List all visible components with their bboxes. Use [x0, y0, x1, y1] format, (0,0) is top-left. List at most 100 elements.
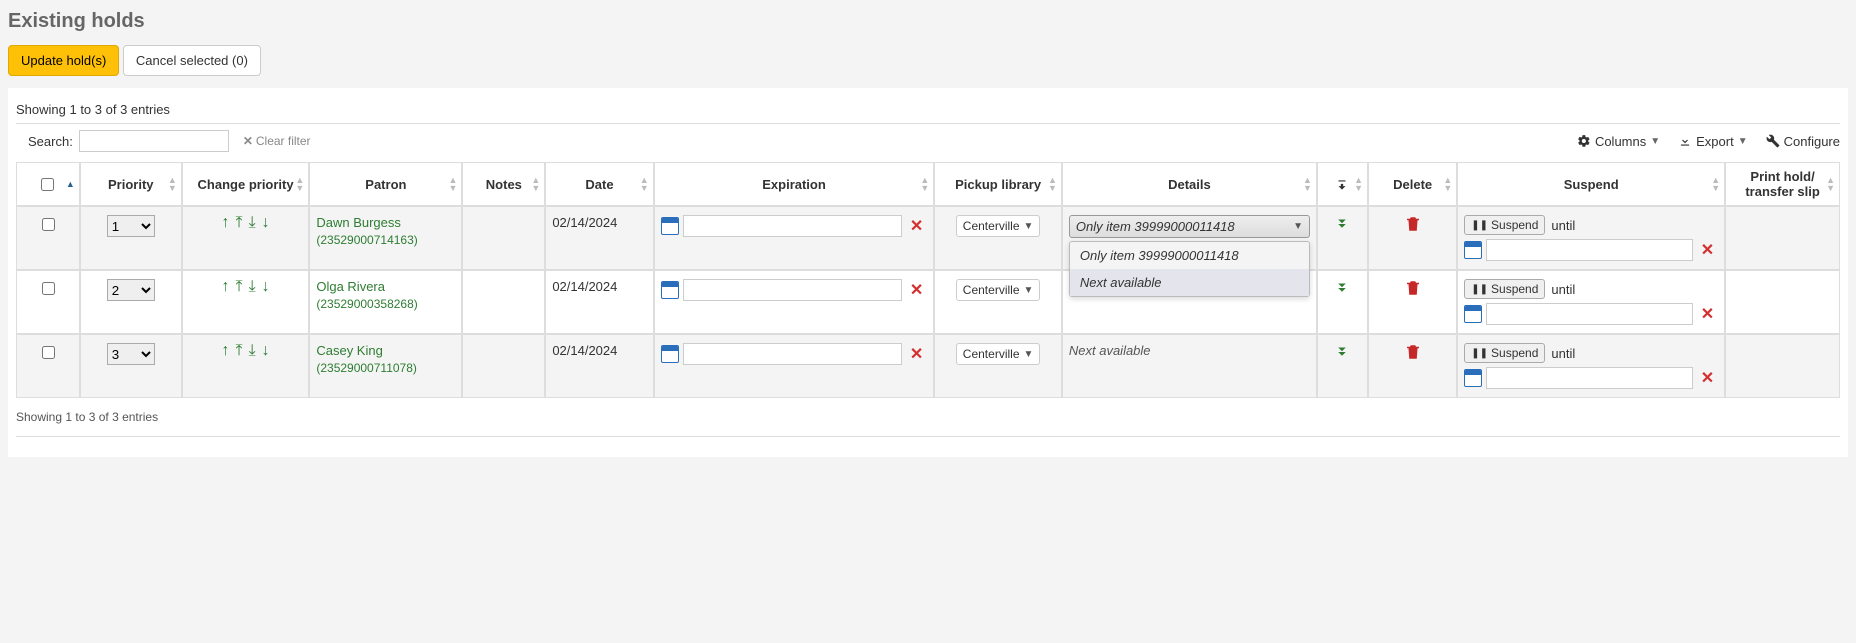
- calendar-icon[interactable]: [1464, 305, 1482, 323]
- th-date-label: Date: [585, 177, 613, 192]
- move-up-icon[interactable]: ↑: [221, 279, 229, 295]
- calendar-icon[interactable]: [661, 217, 679, 235]
- clear-date-icon[interactable]: ✕: [906, 344, 927, 364]
- details-menu: Only item 39999000011418Next available: [1069, 241, 1310, 297]
- th-date[interactable]: Date▲▼: [545, 162, 653, 206]
- move-down-icon[interactable]: ↓: [262, 215, 270, 231]
- pause-icon: ❚❚: [1471, 284, 1488, 295]
- pause-icon: ❚❚: [1471, 348, 1488, 359]
- move-bottom-icon[interactable]: ⤓: [249, 215, 256, 231]
- priority-select[interactable]: 1: [107, 215, 155, 237]
- move-top-icon[interactable]: ⤒: [235, 279, 242, 295]
- move-top-icon[interactable]: ⤒: [235, 215, 242, 231]
- move-bottom-icon[interactable]: ⤓: [249, 279, 256, 295]
- suspend-until-input[interactable]: [1486, 367, 1692, 389]
- clear-date-icon[interactable]: ✕: [906, 280, 927, 300]
- entries-info-top: Showing 1 to 3 of 3 entries: [16, 102, 1840, 124]
- to-bottom-icon: [1335, 178, 1349, 192]
- patron-link[interactable]: Casey King: [316, 343, 455, 358]
- clear-date-icon[interactable]: ✕: [906, 216, 927, 236]
- th-expiration[interactable]: Expiration▲▼: [654, 162, 935, 206]
- row-checkbox[interactable]: [42, 282, 55, 295]
- pickup-library-button[interactable]: Centerville ▼: [956, 343, 1041, 365]
- expiration-input[interactable]: [683, 215, 902, 237]
- th-print[interactable]: Print hold/ transfer slip▲▼: [1725, 162, 1840, 206]
- calendar-icon[interactable]: [1464, 241, 1482, 259]
- move-up-icon[interactable]: ↑: [221, 215, 229, 231]
- th-checkbox[interactable]: ▲: [16, 162, 80, 206]
- delete-icon[interactable]: [1404, 279, 1422, 296]
- toggle-lowest-icon[interactable]: [1333, 285, 1351, 300]
- clear-filter-button[interactable]: ✕ Clear filter: [243, 134, 311, 148]
- move-up-icon[interactable]: ↑: [221, 343, 229, 359]
- details-dropdown[interactable]: Only item 39999000011418▼: [1069, 215, 1310, 238]
- expiration-input[interactable]: [683, 279, 902, 301]
- pickup-library-button[interactable]: Centerville ▼: [956, 215, 1041, 237]
- details-selected: Only item 39999000011418: [1076, 219, 1235, 234]
- toggle-lowest-icon[interactable]: [1333, 349, 1351, 364]
- update-holds-button[interactable]: Update hold(s): [8, 45, 119, 76]
- details-option[interactable]: Next available: [1070, 269, 1309, 296]
- patron-link[interactable]: Dawn Burgess: [316, 215, 455, 230]
- move-down-icon[interactable]: ↓: [262, 343, 270, 359]
- pickup-library-button[interactable]: Centerville ▼: [956, 279, 1041, 301]
- move-down-icon[interactable]: ↓: [262, 279, 270, 295]
- th-lowest[interactable]: ▲▼: [1317, 162, 1368, 206]
- patron-code: (23529000714163): [316, 233, 417, 247]
- export-button[interactable]: Export ▼: [1678, 134, 1747, 149]
- clear-filter-label: Clear filter: [256, 134, 311, 148]
- expiration-input[interactable]: [683, 343, 902, 365]
- delete-icon[interactable]: [1404, 215, 1422, 232]
- th-priority-label: Priority: [108, 177, 154, 192]
- configure-button[interactable]: Configure: [1766, 134, 1840, 149]
- details-option[interactable]: Only item 39999000011418: [1070, 242, 1309, 269]
- cancel-selected-button[interactable]: Cancel selected (0): [123, 45, 261, 76]
- th-change-priority[interactable]: Change priority▲▼: [182, 162, 310, 206]
- row-checkbox[interactable]: [42, 346, 55, 359]
- until-label: until: [1551, 346, 1575, 361]
- th-print-label: Print hold/ transfer slip: [1745, 169, 1819, 199]
- suspend-until-input[interactable]: [1486, 239, 1692, 261]
- th-notes[interactable]: Notes▲▼: [462, 162, 545, 206]
- table-row: 1 ↑ ⤒ ⤓ ↓ Dawn Burgess (23529000714163) 02/14/2…: [16, 206, 1840, 270]
- caret-down-icon: ▼: [1738, 136, 1748, 147]
- suspend-button[interactable]: ❚❚Suspend: [1464, 215, 1545, 235]
- patron-link[interactable]: Olga Rivera: [316, 279, 455, 294]
- select-all-checkbox[interactable]: [41, 178, 54, 191]
- calendar-icon[interactable]: [661, 281, 679, 299]
- th-suspend[interactable]: Suspend▲▼: [1457, 162, 1725, 206]
- suspend-button[interactable]: ❚❚Suspend: [1464, 343, 1545, 363]
- delete-icon[interactable]: [1404, 343, 1422, 360]
- clear-date-icon[interactable]: ✕: [1697, 304, 1718, 324]
- priority-select[interactable]: 2: [107, 279, 155, 301]
- pause-icon: ❚❚: [1471, 220, 1488, 231]
- pickup-label: Centerville: [963, 347, 1020, 361]
- th-details[interactable]: Details▲▼: [1062, 162, 1317, 206]
- toggle-lowest-icon[interactable]: [1333, 221, 1351, 236]
- download-icon: [1678, 134, 1692, 148]
- clear-date-icon[interactable]: ✕: [1697, 368, 1718, 388]
- th-patron[interactable]: Patron▲▼: [309, 162, 462, 206]
- caret-down-icon: ▼: [1650, 136, 1660, 147]
- th-suspend-label: Suspend: [1564, 177, 1619, 192]
- row-checkbox[interactable]: [42, 218, 55, 231]
- hold-date: 02/14/2024: [552, 343, 617, 358]
- move-bottom-icon[interactable]: ⤓: [249, 343, 256, 359]
- clear-date-icon[interactable]: ✕: [1697, 240, 1718, 260]
- holds-table: ▲ Priority▲▼ Change priority▲▼ Patron▲▼ …: [16, 162, 1840, 398]
- hold-date: 02/14/2024: [552, 215, 617, 230]
- suspend-until-input[interactable]: [1486, 303, 1692, 325]
- columns-button[interactable]: Columns ▼: [1577, 134, 1660, 149]
- suspend-label: Suspend: [1491, 218, 1538, 232]
- calendar-icon[interactable]: [1464, 369, 1482, 387]
- th-change-priority-label: Change priority: [198, 177, 294, 192]
- move-top-icon[interactable]: ⤒: [235, 343, 242, 359]
- th-priority[interactable]: Priority▲▼: [80, 162, 182, 206]
- th-pickup[interactable]: Pickup library▲▼: [934, 162, 1062, 206]
- th-delete[interactable]: Delete▲▼: [1368, 162, 1457, 206]
- calendar-icon[interactable]: [661, 345, 679, 363]
- priority-select[interactable]: 3: [107, 343, 155, 365]
- search-input[interactable]: [79, 130, 229, 152]
- suspend-label: Suspend: [1491, 282, 1538, 296]
- suspend-button[interactable]: ❚❚Suspend: [1464, 279, 1545, 299]
